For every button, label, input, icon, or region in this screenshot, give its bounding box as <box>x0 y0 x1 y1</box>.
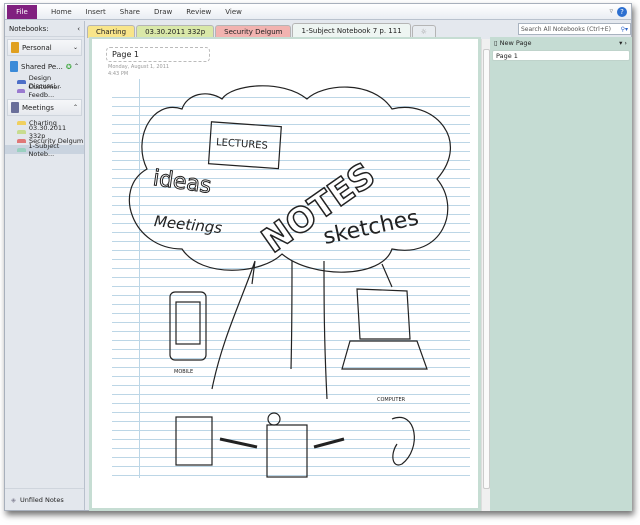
section-customer-feedback[interactable]: Customer Feedb... <box>5 83 84 99</box>
section-tab-1-subject-notebook[interactable]: 1-Subject Notebook 7 p. 111 <box>292 23 411 38</box>
new-page-icon: ▯ <box>494 39 498 47</box>
search-icon[interactable]: ⚲▾ <box>621 26 628 33</box>
section-03-30-2011[interactable]: 03.30.2011 332p <box>5 124 84 140</box>
tab-share[interactable]: Share <box>120 8 140 16</box>
section-1-subject-notebook[interactable]: 1-Subject Noteb... <box>5 142 84 158</box>
play-icon-drawing <box>267 412 281 426</box>
mobile-word: MOBILE <box>174 369 193 375</box>
notepad-drawing <box>175 416 213 466</box>
vertical-scrollbar[interactable] <box>481 39 490 511</box>
laptop-drawing <box>341 288 428 370</box>
notes-word: NOTES <box>255 155 383 261</box>
collapse-nav-button[interactable]: ‹ <box>77 25 80 33</box>
notebooks-label: Notebooks: <box>9 24 49 33</box>
computer-word: COMPUTER <box>377 397 406 403</box>
notebook-icon <box>11 42 19 53</box>
meetings-word: Meetings <box>153 212 223 237</box>
new-page-button[interactable]: ▯ New Page ▾ › <box>490 37 632 49</box>
help-icon[interactable]: ? <box>617 7 627 17</box>
file-tab[interactable]: File <box>7 4 37 19</box>
ear-drawing <box>391 416 415 466</box>
onenote-window: File Home Insert Share Draw Review View … <box>4 3 632 511</box>
notebook-shared[interactable]: Shared Pe... ✪ ⌃ <box>7 58 82 75</box>
section-tabs: Charting 03.30.2011 332p Security Delgum… <box>87 22 517 38</box>
notebook-icon <box>11 102 19 113</box>
page-canvas[interactable]: Page 1 Monday, August 1, 2011 4:43 PM LEC… <box>89 37 481 511</box>
document-drawing <box>266 424 308 478</box>
shared-notebook-icon <box>10 61 18 72</box>
scrollbar-thumb[interactable] <box>483 49 490 489</box>
search-input[interactable]: Search All Notebooks (Ctrl+E) ⚲▾ <box>518 23 631 35</box>
tab-home[interactable]: Home <box>51 8 72 16</box>
tab-insert[interactable]: Insert <box>86 8 106 16</box>
page-list-pane: ▯ New Page ▾ › Page 1 <box>490 37 632 511</box>
page-pane-options-icon[interactable]: ▾ › <box>619 39 627 47</box>
chevron-up-icon[interactable]: ⌃ <box>74 63 79 70</box>
chevron-up-icon[interactable]: ⌃ <box>73 104 78 111</box>
unfiled-notes-icon: ◈ <box>11 495 16 504</box>
notebook-pane: Notebooks: ‹ Personal ⌄ Shared Pe... ✪ ⌃ Des… <box>5 21 85 510</box>
arrows <box>211 260 393 400</box>
chevron-down-icon[interactable]: ⌄ <box>73 44 78 51</box>
tab-review[interactable]: Review <box>186 8 211 16</box>
page-list-item[interactable]: Page 1 <box>492 50 630 61</box>
ideas-word: ideas <box>151 166 212 199</box>
notebook-meetings[interactable]: Meetings ⌃ <box>7 99 82 116</box>
ribbon: File Home Insert Share Draw Review View … <box>5 4 631 20</box>
minimize-ribbon-icon[interactable]: ▿ <box>609 7 613 15</box>
unfiled-notes[interactable]: ◈ Unfiled Notes <box>5 488 84 510</box>
tab-view[interactable]: View <box>225 8 242 16</box>
sketch-drawing: LECTURES ideas NOTES Meetings sketches M… <box>128 85 451 478</box>
sync-icon: ✪ <box>65 62 72 71</box>
lectures-word: LECTURES <box>216 137 269 152</box>
tab-draw[interactable]: Draw <box>154 8 172 16</box>
notebook-personal[interactable]: Personal ⌄ <box>7 39 82 56</box>
